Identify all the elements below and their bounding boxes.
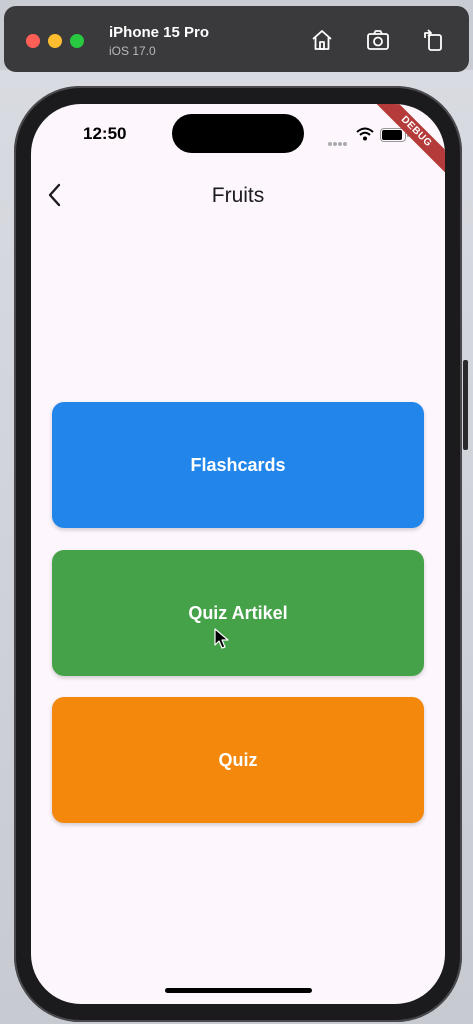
home-indicator[interactable] [165, 988, 312, 993]
dynamic-island [172, 114, 304, 153]
side-button [463, 360, 468, 450]
close-window-button[interactable] [26, 34, 40, 48]
flashcards-button[interactable]: Flashcards [52, 402, 424, 528]
phone-screen: 12:50 DEBUG Fruits Flashcards Quiz Artik… [31, 104, 445, 1004]
minimize-window-button[interactable] [48, 34, 62, 48]
signal-icon [328, 133, 350, 146]
rotate-icon[interactable] [422, 28, 446, 52]
zoom-window-button[interactable] [70, 34, 84, 48]
os-version: iOS 17.0 [109, 44, 156, 58]
quiz-artikel-button[interactable]: Quiz Artikel [52, 550, 424, 676]
screenshot-icon[interactable] [366, 28, 390, 52]
simulator-toolbar: iPhone 15 Pro iOS 17.0 [4, 6, 469, 72]
device-name: iPhone 15 Pro [109, 24, 210, 41]
mouse-cursor-icon [214, 628, 229, 649]
page-title: Fruits [211, 184, 265, 207]
quiz-button[interactable]: Quiz [52, 697, 424, 823]
wifi-icon [356, 127, 374, 141]
home-icon[interactable] [310, 28, 334, 52]
status-time: 12:50 [83, 124, 127, 143]
